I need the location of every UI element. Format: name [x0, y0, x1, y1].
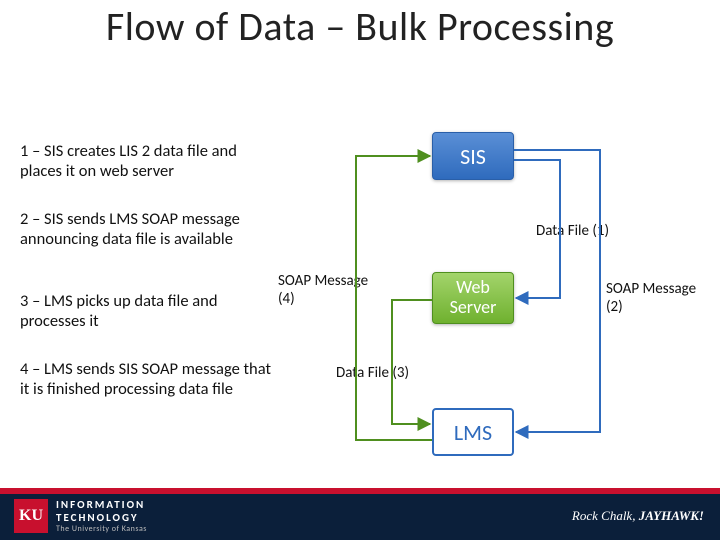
footer-tagline-bold: JAYHAWK!: [639, 508, 704, 523]
footer-it-text: INFORMATION TECHNOLOGY The University of…: [56, 498, 147, 534]
label-soap-message-4: SOAP Message (4): [278, 272, 378, 308]
footer-tagline: Rock Chalk, JAYHAWK!: [572, 508, 704, 524]
step-3: 3 – LMS picks up data file and processes…: [20, 292, 230, 332]
footer-it-line1: INFORMATION: [56, 498, 147, 511]
footer-left: KU INFORMATION TECHNOLOGY The University…: [14, 498, 147, 534]
node-web-server: Web Server: [432, 272, 514, 324]
footer-it-line2: TECHNOLOGY: [56, 511, 147, 524]
step-4: 4 – LMS sends SIS SOAP message that it i…: [20, 360, 275, 400]
flow-arrows: [0, 0, 720, 540]
label-soap-message-2: SOAP Message (2): [606, 280, 706, 316]
footer-it-line3: The University of Kansas: [56, 524, 147, 534]
footer-tagline-pre: Rock Chalk,: [572, 508, 639, 523]
slide-title: Flow of Data – Bulk Processing: [0, 6, 720, 48]
label-data-file-3: Data File (3): [336, 364, 409, 382]
ku-logo: KU: [14, 499, 48, 533]
node-lms: LMS: [432, 408, 514, 456]
label-data-file-1: Data File (1): [536, 222, 609, 240]
step-2: 2 – SIS sends LMS SOAP message announcin…: [20, 210, 275, 250]
step-1: 1 – SIS creates LIS 2 data file and plac…: [20, 142, 275, 182]
node-sis: SIS: [432, 132, 514, 180]
